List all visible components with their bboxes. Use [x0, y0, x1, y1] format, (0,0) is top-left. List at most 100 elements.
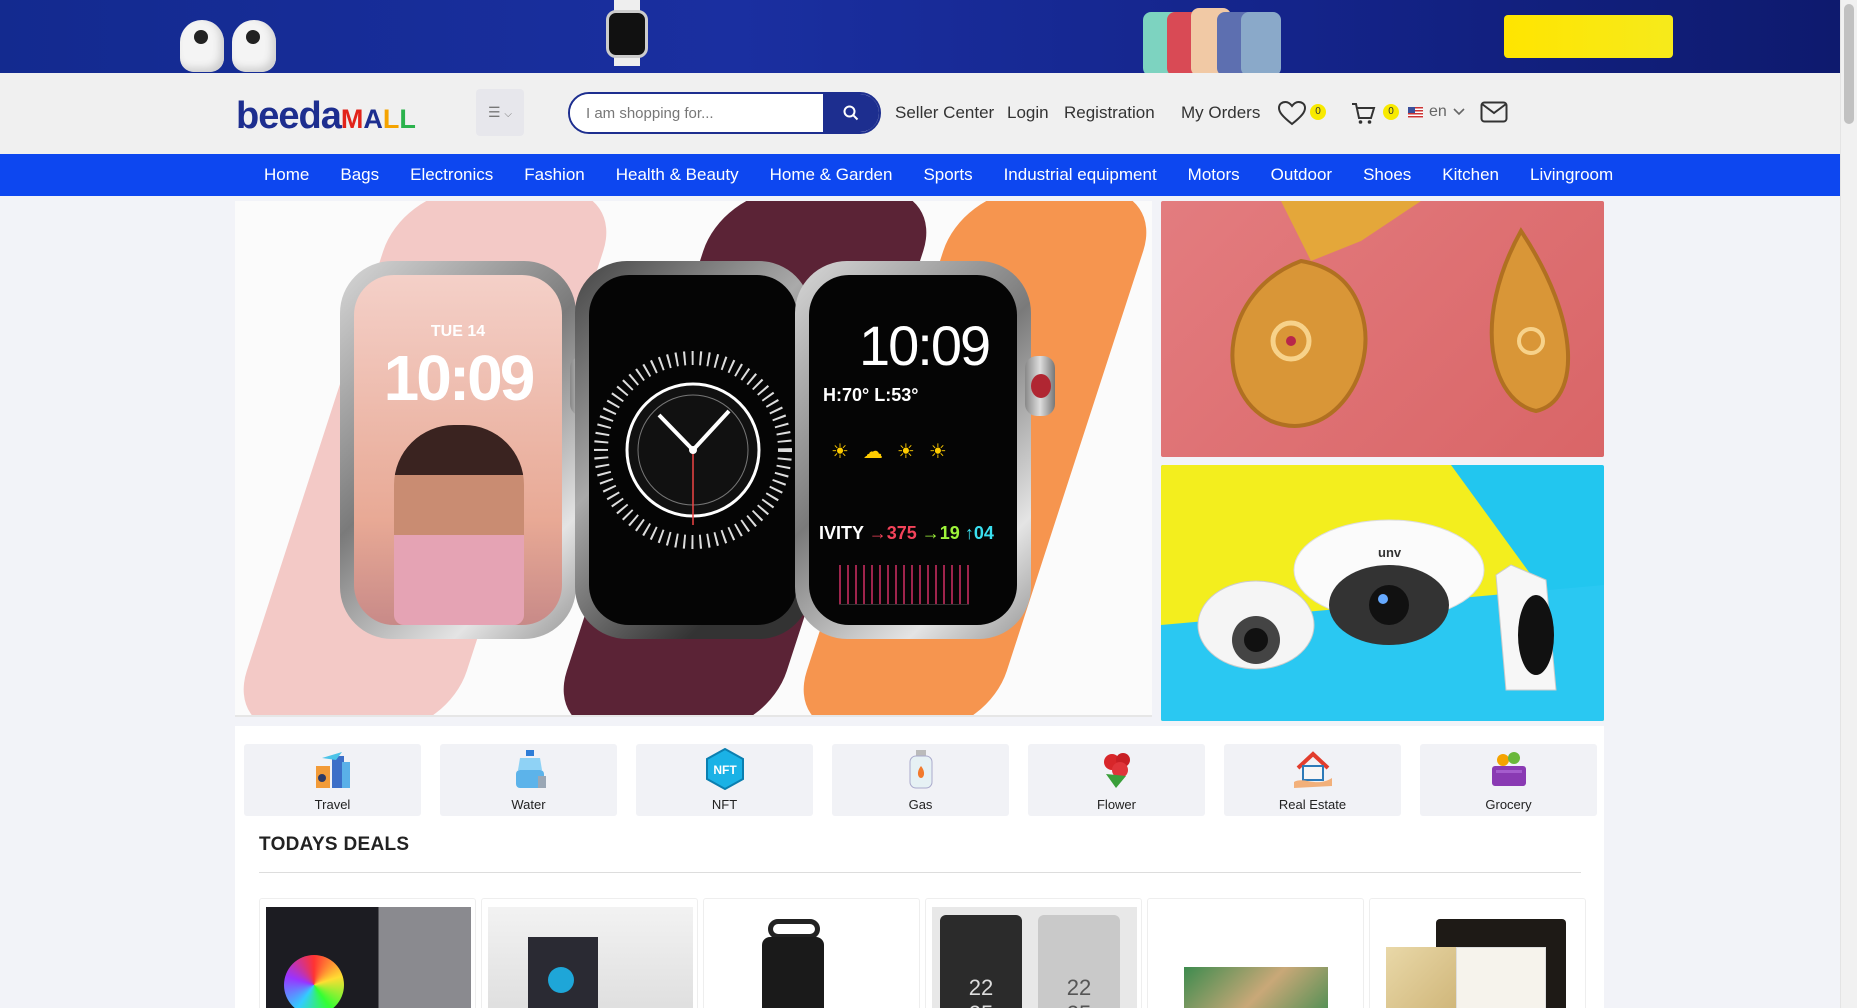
hamburger-icon: ☰: [487, 104, 501, 120]
search-button[interactable]: [823, 94, 879, 132]
gas-icon: [909, 750, 933, 789]
cctv-banner[interactable]: unv: [1161, 465, 1604, 721]
search-bar: [568, 92, 881, 134]
cctv-image: [1197, 519, 1557, 691]
scrollbar-thumb[interactable]: [1844, 4, 1854, 124]
product-image: [1154, 907, 1359, 1008]
nav-item-electronics[interactable]: Electronics: [410, 165, 493, 185]
phones-image: [1143, 8, 1281, 73]
heart-icon: [1277, 100, 1307, 126]
watch-time: 10:09: [383, 342, 536, 414]
category-flower[interactable]: Flower: [1028, 744, 1205, 816]
registration-link[interactable]: Registration: [1064, 103, 1155, 123]
deal-card[interactable]: [1147, 898, 1364, 1008]
category-label: NFT: [711, 797, 738, 812]
person-photo: [394, 425, 524, 625]
category-menu-button[interactable]: ☰ ⌵: [476, 89, 524, 136]
nav-item-kitchen[interactable]: Kitchen: [1442, 165, 1499, 185]
nav-item-shoes[interactable]: Shoes: [1363, 165, 1411, 185]
deal-card[interactable]: [481, 898, 698, 1008]
cctv-brand-label: unv: [1378, 545, 1402, 560]
svg-text:NFT: NFT: [713, 763, 737, 777]
nav-item-livingroom[interactable]: Livingroom: [1530, 165, 1613, 185]
weather-temps: H:70° L:53°: [823, 385, 919, 405]
deal-card[interactable]: [703, 898, 920, 1008]
category-label: Flower: [1096, 797, 1136, 812]
cart-icon: [1352, 103, 1376, 124]
category-label: Gas: [908, 797, 933, 812]
category-label: Travel: [314, 797, 351, 812]
category-travel[interactable]: Travel: [244, 744, 421, 816]
content-panel: Travel Water NFT NFT Gas Flower Real Est…: [235, 726, 1604, 1008]
search-input[interactable]: [570, 94, 825, 132]
jewelry-banner[interactable]: [1161, 201, 1604, 457]
flower-icon: [1104, 753, 1130, 788]
product-image: [266, 907, 471, 1008]
login-link[interactable]: Login: [1007, 103, 1049, 123]
water-icon: [516, 750, 546, 788]
page-scrollbar[interactable]: [1840, 0, 1857, 1008]
beedamall-logo[interactable]: beedaMALL: [236, 97, 416, 135]
cart-count-badge: 0: [1383, 104, 1399, 120]
language-label: en: [1429, 103, 1447, 120]
promo-cta-button[interactable]: [1504, 15, 1673, 58]
watch-image: [604, 0, 650, 66]
us-flag-icon: [1408, 106, 1423, 118]
activity-row: IVITY →375 →19 ↑04: [819, 523, 994, 543]
watch-date: TUE 14: [430, 323, 486, 340]
site-header: beedaMALL ☰ ⌵ Seller Center Login Regist…: [0, 73, 1840, 154]
world-clock-face: [594, 351, 792, 549]
category-real-estate[interactable]: Real Estate: [1224, 744, 1401, 816]
category-label: Real Estate: [1278, 797, 1347, 812]
watch-image-2: [575, 261, 811, 639]
wishlist-count-badge: 0: [1310, 104, 1326, 120]
wishlist-button[interactable]: 0: [1277, 100, 1326, 131]
seller-center-link[interactable]: Seller Center: [895, 103, 994, 123]
language-selector[interactable]: en: [1408, 103, 1465, 121]
mail-icon: [1480, 101, 1508, 123]
hero-slider[interactable]: TUE 14 10:09 10:09 H:70° L:53° ☀☁☀☀ IVIT…: [235, 201, 1152, 717]
nav-item-health-beauty[interactable]: Health & Beauty: [616, 165, 739, 185]
category-nft[interactable]: NFT NFT: [636, 744, 813, 816]
product-image: [710, 907, 915, 1008]
category-label: Water: [511, 797, 546, 812]
messages-button[interactable]: [1480, 101, 1508, 128]
category-water[interactable]: Water: [440, 744, 617, 816]
product-image: [1376, 907, 1581, 1008]
travel-icon: [316, 752, 350, 788]
chevron-down-icon: [1453, 108, 1465, 116]
watch-image-1: TUE 14 10:09: [340, 261, 600, 639]
main-nav: Home Bags Electronics Fashion Health & B…: [0, 154, 1840, 196]
nav-item-sports[interactable]: Sports: [923, 165, 972, 185]
weather-time: 10:09: [859, 314, 991, 377]
product-image: 2225 2225: [932, 907, 1137, 1008]
chevron-down-icon: ⌵: [504, 109, 513, 120]
watch-image-3: 10:09 H:70° L:53° ☀☁☀☀ IVITY →375 →19 ↑0…: [795, 261, 1055, 639]
jewelry-image: [1230, 201, 1570, 428]
deal-card[interactable]: [259, 898, 476, 1008]
nav-item-bags[interactable]: Bags: [340, 165, 379, 185]
my-orders-link[interactable]: My Orders: [1181, 103, 1260, 123]
promo-banner[interactable]: [0, 0, 1840, 73]
deal-card[interactable]: 2225 2225: [925, 898, 1142, 1008]
nav-item-motors[interactable]: Motors: [1188, 165, 1240, 185]
category-label: Grocery: [1485, 797, 1532, 812]
real-estate-icon: [1294, 751, 1332, 788]
category-gas[interactable]: Gas: [832, 744, 1009, 816]
weather-icons: ☀☁☀☀: [831, 441, 961, 463]
deal-card[interactable]: [1369, 898, 1586, 1008]
deals-divider: [259, 872, 1581, 873]
search-icon: [843, 105, 859, 121]
nav-item-fashion[interactable]: Fashion: [524, 165, 584, 185]
nav-item-industrial-equipment[interactable]: Industrial equipment: [1004, 165, 1157, 185]
product-image: [488, 907, 693, 1008]
nft-icon: NFT: [706, 748, 744, 790]
todays-deals-title: TODAYS DEALS: [259, 834, 410, 855]
category-grocery[interactable]: Grocery: [1420, 744, 1597, 816]
nav-item-outdoor[interactable]: Outdoor: [1271, 165, 1332, 185]
cart-button[interactable]: 0: [1350, 100, 1399, 131]
nav-item-home-garden[interactable]: Home & Garden: [770, 165, 893, 185]
airpods-image: [180, 14, 285, 73]
nav-item-home[interactable]: Home: [264, 165, 309, 185]
grocery-icon: [1492, 752, 1526, 786]
